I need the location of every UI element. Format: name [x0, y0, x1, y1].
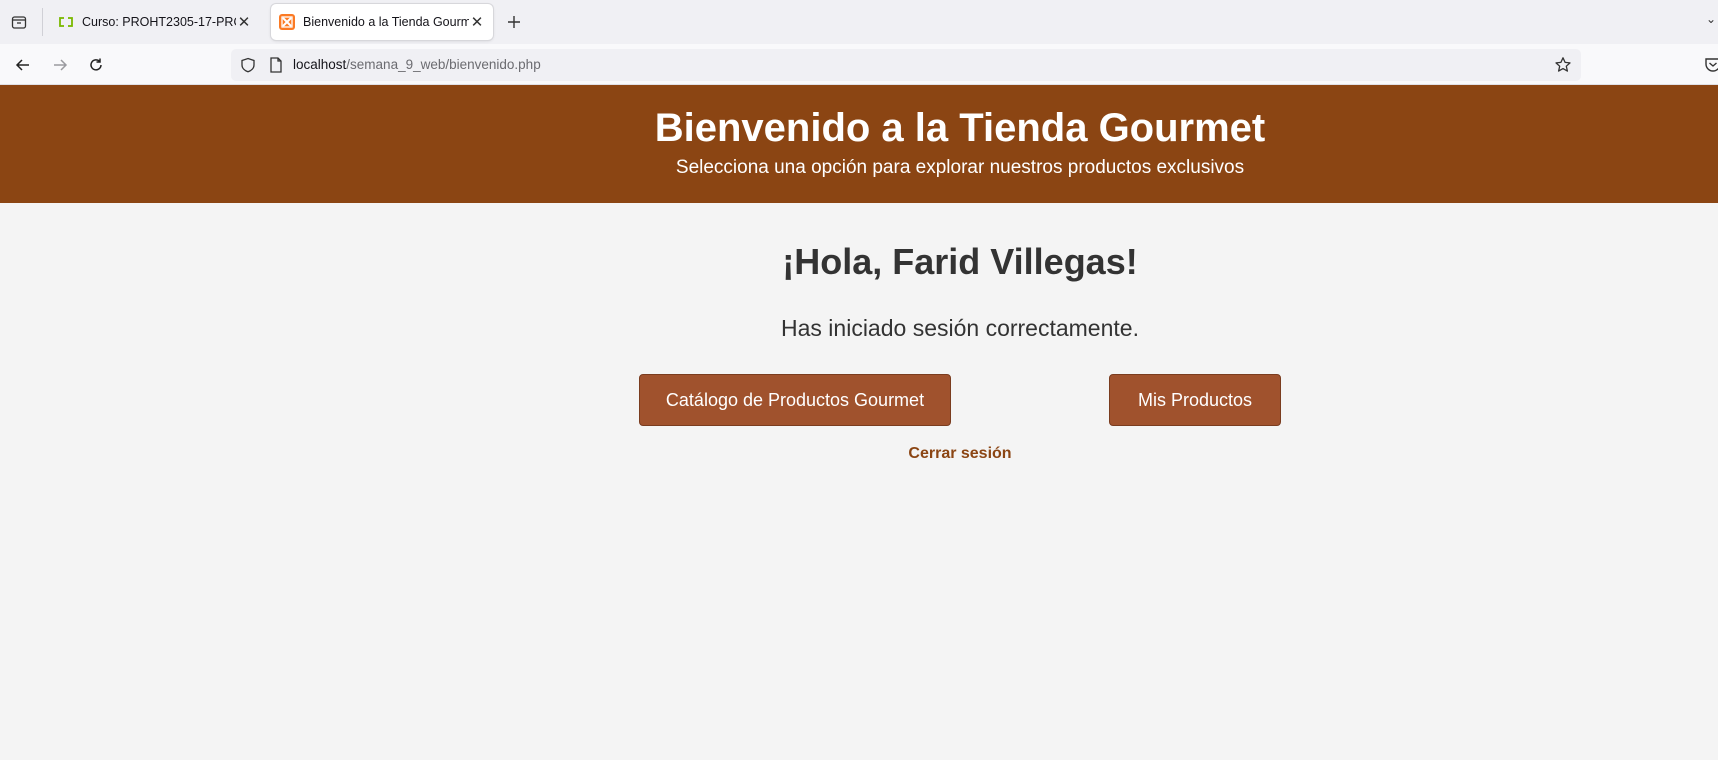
close-tab-icon[interactable]: ✕ — [236, 14, 252, 31]
tab-course[interactable]: Curso: PROHT2305-17-PROGRAMACI ✕ — [50, 4, 260, 40]
page-title: Bienvenido a la Tienda Gourmet — [654, 106, 1266, 150]
tab-list-icon[interactable] — [8, 11, 30, 33]
forward-arrow-icon[interactable] — [48, 53, 72, 77]
new-tab-icon[interactable] — [504, 12, 524, 32]
site-header: Bienvenido a la Tienda Gourmet Seleccion… — [0, 85, 1718, 203]
greeting-heading: ¡Hola, Farid Villegas! — [782, 241, 1138, 282]
url-text[interactable]: localhost/semana_9_web/bienvenido.php — [293, 57, 541, 72]
tab-title: Bienvenido a la Tienda Gourmet — [303, 15, 469, 29]
reload-icon[interactable] — [84, 53, 108, 77]
my-products-button[interactable]: Mis Productos — [1109, 374, 1281, 426]
back-arrow-icon[interactable] — [11, 53, 35, 77]
address-bar[interactable]: localhost/semana_9_web/bienvenido.php — [231, 49, 1581, 81]
url-path: /semana_9_web/bienvenido.php — [346, 57, 541, 72]
close-tab-icon[interactable]: ✕ — [469, 14, 485, 31]
pocket-icon[interactable] — [1704, 56, 1718, 74]
catalog-button[interactable]: Catálogo de Productos Gourmet — [639, 374, 951, 426]
tab-title: Curso: PROHT2305-17-PROGRAMACI — [82, 15, 236, 29]
course-favicon-icon — [58, 14, 74, 30]
page-info-icon[interactable] — [267, 56, 285, 74]
browser-tab-strip: Curso: PROHT2305-17-PROGRAMACI ✕ Bienven… — [0, 0, 1718, 44]
bookmark-star-icon[interactable] — [1553, 55, 1573, 75]
tab-tienda-gourmet[interactable]: Bienvenido a la Tienda Gourmet ✕ — [271, 4, 493, 40]
logout-link[interactable]: Cerrar sesión — [908, 445, 1011, 462]
tab-separator — [42, 8, 43, 36]
xampp-favicon-icon — [279, 14, 295, 30]
shield-icon[interactable] — [239, 56, 257, 74]
login-status-text: Has iniciado sesión correctamente. — [781, 315, 1139, 341]
page-content: Bienvenido a la Tienda Gourmet Seleccion… — [0, 85, 1718, 760]
page-subtitle: Selecciona una opción para explorar nues… — [675, 157, 1245, 178]
browser-nav-bar: localhost/semana_9_web/bienvenido.php — [0, 44, 1718, 85]
logout-link-row: Cerrar sesión — [0, 444, 1718, 464]
url-host: localhost — [293, 57, 347, 72]
chevron-down-icon[interactable]: ⌄ — [1706, 12, 1718, 32]
